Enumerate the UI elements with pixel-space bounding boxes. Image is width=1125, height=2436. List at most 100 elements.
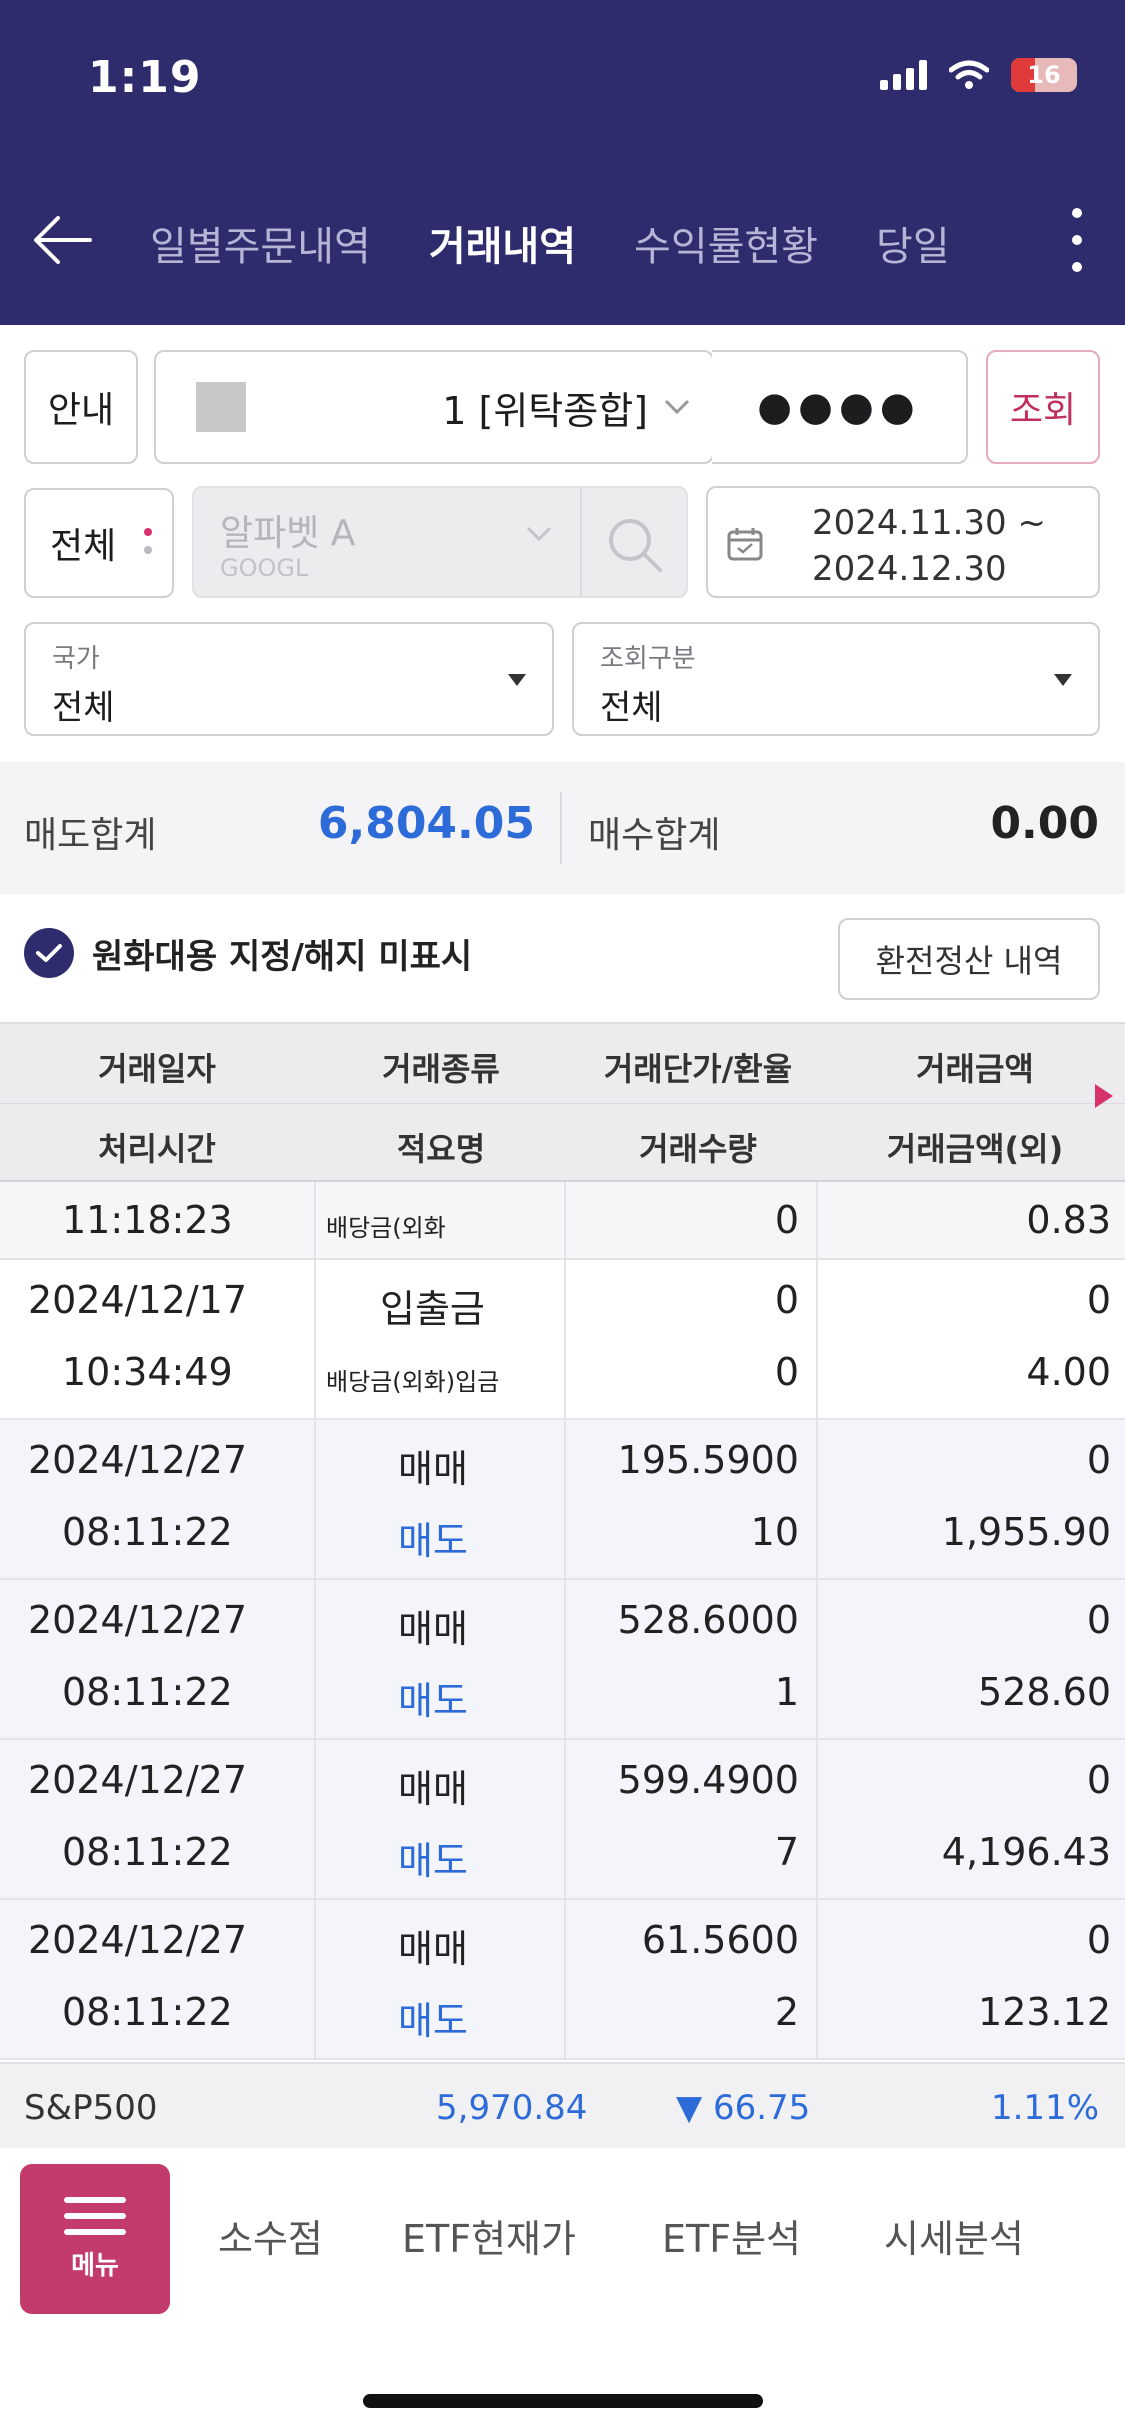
ticker-change: ▼ 66.75 — [676, 2088, 811, 2128]
table-row[interactable]: 2024/12/27 08:11:22 매매 매도 61.5600 2 0 12… — [0, 1900, 1125, 2060]
row-type: 매매 — [398, 1447, 468, 1491]
row-amount-fx: 4,196.43 — [941, 1830, 1111, 1874]
row-memo: 매도 — [398, 1839, 468, 1883]
country-label: 국가 — [52, 644, 100, 674]
bottom-item-market-analysis[interactable]: 시세분석 — [884, 2208, 1024, 2263]
caret-down-icon — [1054, 674, 1072, 686]
masked-account-number — [196, 382, 246, 432]
col-process-time: 처리시간 — [98, 1130, 216, 1168]
top-nav: 일별주문내역 거래내역 수익률현황 당일 — [0, 200, 1125, 280]
table-row[interactable]: 2024/12/27 08:11:22 매매 매도 195.5900 10 0 … — [0, 1420, 1125, 1580]
query-button[interactable]: 조회 — [986, 350, 1100, 464]
back-arrow-icon[interactable] — [28, 210, 98, 270]
menu-button[interactable]: 메뉴 — [20, 2164, 170, 2314]
checkbox-checked-icon[interactable] — [24, 928, 74, 978]
row-amount: 0 — [1086, 1438, 1111, 1482]
bottom-item-etf-analysis[interactable]: ETF분석 — [662, 2208, 801, 2263]
tab-daily-orders[interactable]: 일별주문내역 — [150, 214, 371, 272]
row-amount-fx: 4.00 — [1026, 1350, 1111, 1394]
row-amount-fx: 0.83 — [1026, 1198, 1111, 1242]
filter-all-label: 전체 — [50, 526, 117, 567]
row-price: 528.6000 — [617, 1598, 799, 1642]
country-value: 전체 — [52, 688, 115, 728]
bottom-item-fractional[interactable]: 소수점 — [218, 2208, 323, 2263]
filter-all-button[interactable]: 전체 — [24, 488, 174, 598]
country-select[interactable]: 국가 전체 — [24, 622, 554, 736]
row-type: 매매 — [398, 1607, 468, 1651]
index-ticker[interactable]: S&P500 5,970.84 ▼ 66.75 1.11% — [0, 2062, 1125, 2148]
password-field[interactable]: ●●●● — [712, 350, 968, 464]
query-type-value: 전체 — [600, 688, 663, 728]
fx-settlement-button[interactable]: 환전정산 내역 — [838, 918, 1100, 1000]
nav-tabs: 일별주문내역 거래내역 수익률현황 당일 — [150, 214, 950, 272]
caret-down-icon — [508, 674, 526, 686]
chevron-down-icon — [664, 399, 690, 415]
table-row[interactable]: 11:18:23 배당금(외화 0 0.83 — [0, 1182, 1125, 1260]
account-select[interactable]: 1 [위탁종합] — [154, 350, 714, 464]
status-icons: 16 — [880, 58, 1077, 92]
table-row[interactable]: 2024/12/27 08:11:22 매매 매도 599.4900 7 0 4… — [0, 1740, 1125, 1900]
ticker-name: S&P500 — [24, 2088, 158, 2128]
row-type: 입출금 — [380, 1287, 485, 1331]
sell-total-value: 6,804.05 — [317, 798, 535, 849]
signal-icon — [880, 60, 927, 90]
tab-returns[interactable]: 수익률현황 — [634, 214, 818, 272]
row-time: 08:11:22 — [62, 1670, 233, 1714]
row-qty: 0 — [774, 1198, 799, 1242]
calendar-icon — [727, 528, 763, 561]
account-label: 1 [위탁종합] — [442, 388, 648, 433]
row-date: 2024/12/27 — [28, 1758, 248, 1802]
row-qty: 1 — [774, 1670, 799, 1714]
filter-dots-icon — [144, 528, 152, 554]
buy-total-value: 0.00 — [990, 798, 1099, 849]
row-amount-fx: 528.60 — [978, 1670, 1111, 1714]
col-memo: 적요명 — [396, 1130, 486, 1168]
tab-transactions[interactable]: 거래내역 — [429, 214, 576, 272]
row-price: 0 — [774, 1278, 799, 1322]
date-range-picker[interactable]: 2024.11.30 ~ 2024.12.30 — [706, 486, 1100, 598]
guide-button[interactable]: 안내 — [24, 350, 138, 464]
row-price: 61.5600 — [641, 1918, 799, 1962]
row-price: 195.5900 — [617, 1438, 799, 1482]
buy-total-label: 매수합계 — [588, 815, 721, 856]
row-time: 11:18:23 — [62, 1198, 233, 1242]
row-price: 599.4900 — [617, 1758, 799, 1802]
query-type-label: 조회구분 — [600, 644, 696, 674]
date-range: 2024.11.30 ~ 2024.12.30 — [812, 500, 1046, 592]
row-qty: 7 — [774, 1830, 799, 1874]
query-type-select[interactable]: 조회구분 전체 — [572, 622, 1100, 736]
row-memo: 배당금(외화)입금 — [326, 1368, 500, 1396]
row-time: 08:11:22 — [62, 1830, 233, 1874]
col-trade-type: 거래종류 — [382, 1050, 500, 1088]
row-memo: 매도 — [398, 1679, 468, 1723]
bottom-toolbar: 메뉴 소수점 ETF현재가 ETF분석 시세분석 — [0, 2150, 1125, 2330]
stock-selector: 알파벳 A GOOGL — [192, 486, 688, 598]
row-time: 08:11:22 — [62, 1990, 233, 2034]
bottom-item-etf-price[interactable]: ETF현재가 — [402, 2208, 576, 2263]
tab-today[interactable]: 당일 — [876, 214, 950, 272]
row-memo: 매도 — [398, 1519, 468, 1563]
app-header: 1:19 16 일별주문내역 거래내역 수익률현황 당일 — [0, 0, 1125, 325]
row-qty: 2 — [774, 1990, 799, 2034]
date-from: 2024.11.30 ~ — [812, 503, 1046, 543]
table-row[interactable]: 2024/12/27 08:11:22 매매 매도 528.6000 1 0 5… — [0, 1580, 1125, 1740]
hamburger-icon — [64, 2196, 126, 2235]
table-header: 거래일자 거래종류 거래단가/환율 거래금액 처리시간 적요명 거래수량 거래금… — [0, 1022, 1125, 1182]
row-date: 2024/12/27 — [28, 1438, 248, 1482]
home-indicator[interactable] — [363, 2394, 763, 2408]
row-amount: 0 — [1086, 1758, 1111, 1802]
stock-code: GOOGL — [220, 554, 309, 582]
row-qty: 10 — [750, 1510, 799, 1554]
col-quantity: 거래수량 — [639, 1130, 757, 1168]
col-amount: 거래금액 — [916, 1050, 1034, 1088]
ticker-value: 5,970.84 — [436, 2088, 588, 2128]
sell-total-label: 매도합계 — [24, 815, 157, 856]
row-time: 10:34:49 — [62, 1350, 233, 1394]
col-amount-fx: 거래금액(외) — [886, 1130, 1064, 1168]
krw-substitute-option[interactable]: 원화대용 지정/해지 미표시 — [24, 928, 472, 978]
table-row[interactable]: 2024/12/17 10:34:49 입출금 배당금(외화)입금 0 0 0 … — [0, 1260, 1125, 1420]
search-icon — [609, 519, 662, 572]
row-amount: 0 — [1086, 1278, 1111, 1322]
scroll-right-arrow-icon[interactable] — [1095, 1084, 1113, 1108]
more-options-icon[interactable] — [1057, 208, 1097, 272]
